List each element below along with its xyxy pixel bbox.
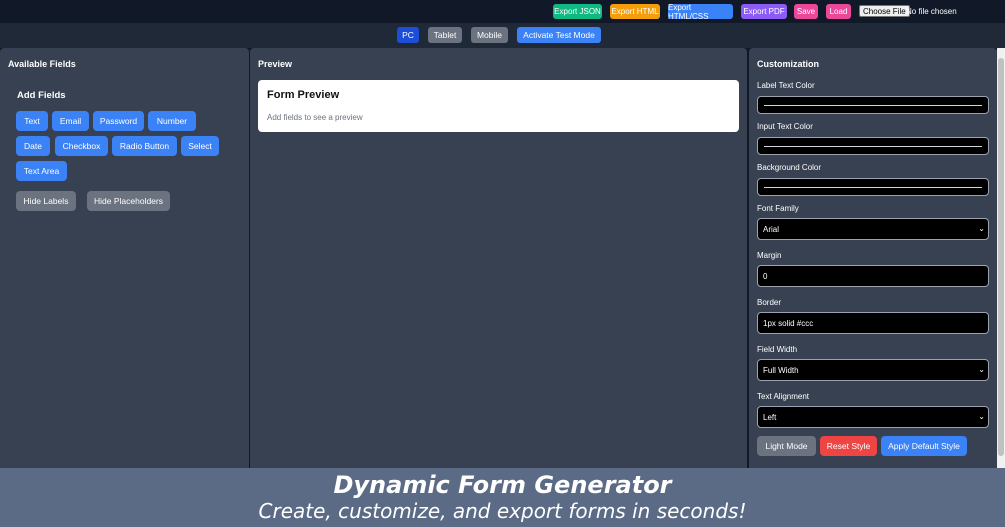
export-html-css-button[interactable]: Export HTML/CSS — [668, 3, 733, 21]
margin-label: Margin — [757, 251, 782, 260]
field-width-select[interactable]: Full Width ⌄ — [757, 359, 989, 381]
chevron-down-icon: ⌄ — [978, 224, 985, 233]
background-color-picker[interactable] — [757, 178, 989, 196]
reset-style-button[interactable]: Reset Style — [820, 436, 877, 456]
field-width-value: Full Width — [763, 365, 799, 375]
add-checkbox-field-button[interactable]: Checkbox — [55, 136, 108, 156]
color-swatch-line — [764, 187, 982, 188]
device-pc-button[interactable]: PC — [397, 27, 419, 43]
margin-input[interactable]: 0 — [757, 265, 989, 287]
preview-title: Preview — [258, 59, 293, 69]
add-email-field-button[interactable]: Email — [52, 111, 89, 131]
add-fields-heading: Add Fields — [17, 90, 66, 101]
field-width-label: Field Width — [757, 345, 798, 354]
chevron-down-icon: ⌄ — [978, 412, 985, 421]
choose-file-button[interactable]: Choose File — [859, 5, 910, 17]
chevron-down-icon: ⌄ — [978, 365, 985, 374]
add-radio-button-field-button[interactable]: Radio Button — [112, 136, 177, 156]
form-preview-card: Form Preview Add fields to see a preview — [258, 80, 739, 132]
export-html-button[interactable]: Export HTML — [610, 4, 660, 19]
input-text-color-picker[interactable] — [757, 137, 989, 155]
device-mobile-button[interactable]: Mobile — [471, 27, 508, 43]
add-text-field-button[interactable]: Text — [16, 111, 48, 131]
promo-banner: Dynamic Form Generator Create, customize… — [0, 468, 1005, 527]
text-alignment-label: Text Alignment — [757, 392, 810, 401]
color-swatch-line — [764, 105, 982, 106]
banner-subtitle: Create, customize, and export forms in s… — [258, 499, 747, 523]
border-input[interactable]: 1px solid #ccc — [757, 312, 989, 334]
hide-placeholders-button[interactable]: Hide Placeholders — [87, 191, 170, 211]
input-text-color-label: Input Text Color — [757, 122, 813, 131]
scrollbar-thumb[interactable] — [998, 58, 1004, 456]
light-mode-button[interactable]: Light Mode — [757, 436, 816, 456]
save-button[interactable]: Save — [794, 4, 818, 19]
empty-preview-text: Add fields to see a preview — [267, 113, 363, 122]
hide-labels-button[interactable]: Hide Labels — [16, 191, 76, 211]
add-number-field-button[interactable]: Number — [148, 111, 196, 131]
text-alignment-select[interactable]: Left ⌄ — [757, 406, 989, 428]
label-text-color-label: Label Text Color — [757, 81, 815, 90]
text-alignment-value: Left — [763, 412, 777, 422]
export-pdf-button[interactable]: Export PDF — [741, 4, 787, 19]
device-toolbar: PC Tablet Mobile Activate Test Mode — [0, 23, 1005, 48]
font-family-label: Font Family — [757, 204, 799, 213]
add-select-field-button[interactable]: Select — [181, 136, 219, 156]
customization-title: Customization — [757, 59, 819, 69]
add-text-area-field-button[interactable]: Text Area — [16, 161, 67, 181]
export-toolbar: Export JSON Export HTML Export HTML/CSS … — [0, 0, 1005, 23]
margin-value: 0 — [763, 271, 768, 281]
export-json-button[interactable]: Export JSON — [553, 4, 602, 19]
font-family-select[interactable]: Arial ⌄ — [757, 218, 989, 240]
add-password-field-button[interactable]: Password — [93, 111, 144, 131]
available-fields-title: Available Fields — [8, 59, 76, 69]
add-date-field-button[interactable]: Date — [16, 136, 50, 156]
background-color-label: Background Color — [757, 163, 822, 172]
banner-title: Dynamic Form Generator — [333, 471, 672, 499]
label-text-color-picker[interactable] — [757, 96, 989, 114]
file-status-text: No file chosen — [906, 6, 957, 16]
border-value: 1px solid #ccc — [763, 318, 814, 328]
activate-test-mode-button[interactable]: Activate Test Mode — [517, 27, 601, 43]
load-button[interactable]: Load — [826, 4, 851, 19]
border-label: Border — [757, 298, 782, 307]
device-tablet-button[interactable]: Tablet — [428, 27, 462, 43]
color-swatch-line — [764, 146, 982, 147]
form-preview-title: Form Preview — [267, 89, 340, 101]
apply-default-style-button[interactable]: Apply Default Style — [881, 436, 967, 456]
font-family-value: Arial — [763, 224, 780, 234]
